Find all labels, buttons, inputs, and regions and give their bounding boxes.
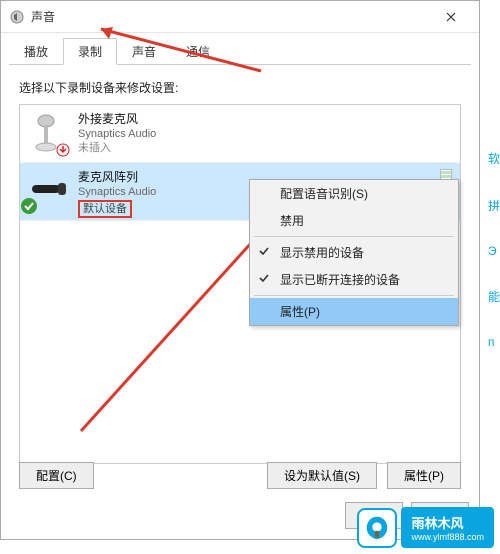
default-device-badge-icon [20, 197, 38, 215]
watermark: 雨林木风 www.ylmf888.com [357, 507, 494, 548]
watermark-url: www.ylmf888.com [411, 532, 484, 542]
sound-app-icon [9, 9, 25, 25]
context-menu: 配置语音识别(S) 禁用 显示禁用的设备 显示已断开连接的设备 属性(P) [249, 179, 459, 326]
bottom-bar: 配置(C) 设为默认值(S) 属性(P) [19, 462, 461, 489]
menu-item-label: 显示已断开连接的设备 [280, 273, 400, 287]
menu-show-disabled[interactable]: 显示禁用的设备 [250, 239, 458, 266]
tab-playback[interactable]: 播放 [9, 38, 63, 65]
device-name: 外接麦克风 [78, 111, 452, 127]
close-button[interactable] [431, 3, 471, 31]
properties-button[interactable]: 属性(P) [387, 462, 461, 489]
watermark-text: 雨林木风 www.ylmf888.com [401, 507, 494, 548]
sound-dialog: 声音 播放 录制 声音 通信 选择以下录制设备来修改设置: [0, 0, 480, 540]
not-plugged-badge-icon [56, 143, 70, 157]
microphone-icon [28, 111, 68, 155]
microphone-array-icon [28, 169, 68, 213]
check-icon [258, 272, 270, 284]
menu-show-disconnected[interactable]: 显示已断开连接的设备 [250, 266, 458, 293]
menu-disable[interactable]: 禁用 [250, 207, 458, 234]
menu-properties[interactable]: 属性(P) [250, 298, 458, 325]
menu-configure-speech[interactable]: 配置语音识别(S) [250, 180, 458, 207]
menu-separator [254, 236, 454, 237]
annotation-arrow-icon [91, 21, 271, 81]
watermark-brand: 雨林木风 [411, 516, 463, 531]
menu-item-label: 显示禁用的设备 [280, 246, 364, 260]
device-status: 未插入 [78, 141, 452, 155]
watermark-logo-icon [357, 508, 397, 548]
configure-button[interactable]: 配置(C) [19, 462, 94, 489]
menu-separator [254, 295, 454, 296]
check-icon [258, 245, 270, 257]
cropped-text-strip: 软 拼 Э 能 п [488, 120, 500, 500]
device-subtitle: Synaptics Audio [78, 127, 452, 141]
instruction-text: 选择以下录制设备来修改设置: [19, 79, 461, 96]
set-default-button[interactable]: 设为默认值(S) [267, 462, 377, 489]
device-item-external-mic[interactable]: 外接麦克风 Synaptics Audio 未插入 [20, 105, 460, 163]
